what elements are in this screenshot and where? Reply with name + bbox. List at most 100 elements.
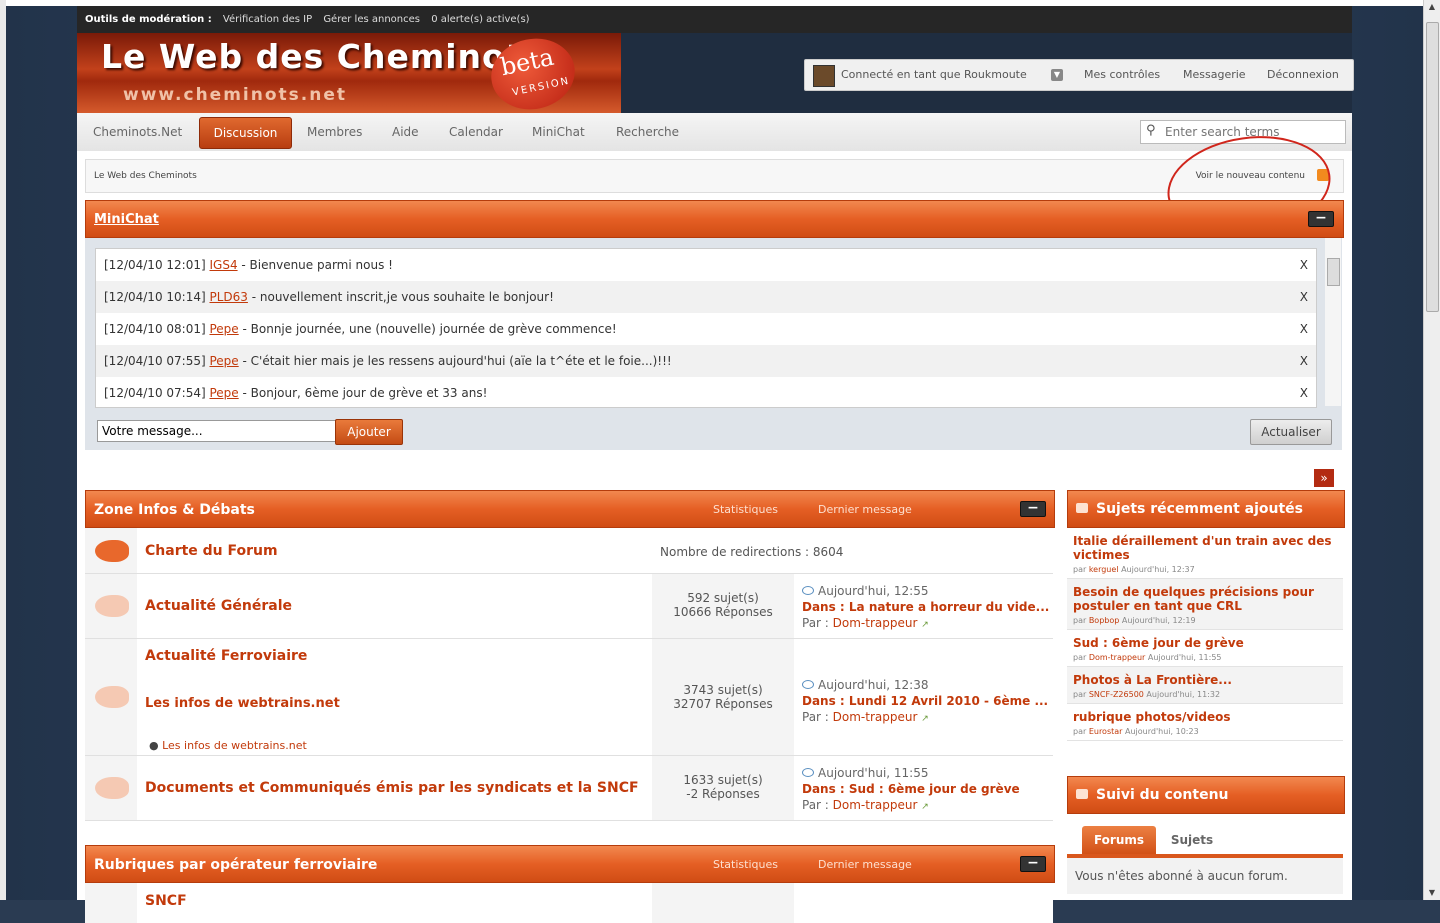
forum-name[interactable]: Actualité Générale bbox=[145, 598, 292, 614]
ip-check-link[interactable]: Vérification des IP bbox=[223, 14, 312, 25]
scroll-down-icon[interactable]: ▼ bbox=[1424, 886, 1440, 900]
delete-message-button[interactable]: X bbox=[1300, 345, 1308, 377]
delete-message-button[interactable]: X bbox=[1300, 249, 1308, 281]
forum-icon-cell bbox=[85, 528, 137, 573]
category-title[interactable]: Rubriques par opérateur ferroviaire bbox=[94, 857, 377, 873]
forum-stats: 1633 sujet(s) -2 Réponses bbox=[652, 756, 794, 820]
recent-topic-time: Aujourd'hui, 11:32 bbox=[1143, 690, 1221, 699]
message-user[interactable]: IGS4 bbox=[209, 258, 237, 272]
subscription-message: Vous n'êtes abonné à aucun forum. bbox=[1067, 858, 1343, 894]
page-scrollbar[interactable]: ▲ ▼ bbox=[1423, 0, 1440, 900]
last-post-column-label: Dernier message bbox=[818, 858, 912, 871]
delete-message-button[interactable]: X bbox=[1300, 281, 1308, 313]
avatar[interactable] bbox=[813, 65, 835, 87]
collapse-icon[interactable]: − bbox=[1020, 501, 1046, 517]
list-item: Photos à La Frontière... par SNCF-Z26500 … bbox=[1067, 667, 1343, 704]
logout-link[interactable]: Déconnexion bbox=[1267, 68, 1339, 81]
minichat-scrollbar[interactable] bbox=[1325, 238, 1341, 406]
scrollbar-thumb[interactable] bbox=[1327, 258, 1340, 286]
delete-message-button[interactable]: X bbox=[1300, 313, 1308, 345]
in-label: Dans : bbox=[802, 782, 849, 796]
sidebar-toggle-icon[interactable]: » bbox=[1314, 469, 1334, 487]
forum-row: Documents et Communiqués émis par les sy… bbox=[85, 756, 1053, 821]
recent-topic-title[interactable]: rubrique photos/videos bbox=[1073, 710, 1337, 724]
recent-topic-author[interactable]: SNCF-Z26500 bbox=[1089, 690, 1144, 699]
category-title[interactable]: Zone Infos & Débats bbox=[94, 502, 255, 518]
forum-name[interactable]: SNCF bbox=[145, 893, 187, 909]
recent-topic-author[interactable]: Eurostar bbox=[1089, 727, 1123, 736]
tab-topics[interactable]: Sujets bbox=[1167, 826, 1217, 854]
minichat-box: [12/04/10 12:01] IGS4 - Bienvenue parmi … bbox=[85, 238, 1342, 450]
nav-calendar[interactable]: Calendar bbox=[449, 125, 503, 139]
forum-name[interactable]: Actualité Ferroviaire bbox=[145, 648, 307, 664]
recent-topic-title[interactable]: Sud : 6ème jour de grève bbox=[1073, 636, 1337, 650]
collapse-icon[interactable]: − bbox=[1308, 211, 1334, 227]
last-post-topic[interactable]: Lundi 12 Avril 2010 - 6ème ... bbox=[849, 694, 1048, 708]
by-label: Par : bbox=[802, 798, 833, 812]
chevron-down-icon[interactable]: ▼ bbox=[1051, 69, 1063, 81]
nav-members[interactable]: Membres bbox=[307, 125, 362, 139]
recent-topic-time: Aujourd'hui, 12:37 bbox=[1118, 565, 1195, 574]
forum-row: Actualité Générale 592 sujet(s) 10666 Rép… bbox=[85, 574, 1053, 639]
message-user[interactable]: PLD63 bbox=[209, 290, 247, 304]
last-post: Aujourd'hui, 12:55 Dans : La nature a ho… bbox=[802, 583, 1049, 633]
message-time: [12/04/10 10:14] bbox=[104, 290, 206, 304]
nav-search[interactable]: Recherche bbox=[616, 125, 679, 139]
site-logo[interactable]: Le Web des Cheminots www.cheminots.net b… bbox=[77, 33, 621, 113]
last-post: Aujourd'hui, 12:38 Dans : Lundi 12 Avril… bbox=[802, 677, 1048, 727]
moderation-bar: Outils de modération : Vérification des … bbox=[77, 6, 1352, 33]
last-post-author[interactable]: Dom-trappeur bbox=[833, 616, 918, 630]
forum-name[interactable]: Documents et Communiqués émis par les sy… bbox=[145, 780, 639, 796]
my-controls-link[interactable]: Mes contrôles bbox=[1084, 68, 1160, 81]
connected-user[interactable]: Connecté en tant que Roukmoute bbox=[841, 68, 1027, 81]
topic-count: 592 sujet(s) bbox=[687, 591, 759, 605]
recent-topics-title: Sujets récemment ajoutés bbox=[1096, 501, 1303, 517]
message-user[interactable]: Pepe bbox=[209, 354, 238, 368]
nav-help[interactable]: Aide bbox=[392, 125, 419, 139]
minichat-title[interactable]: MiniChat bbox=[94, 212, 159, 227]
by-label: par bbox=[1073, 565, 1089, 574]
tab-forums[interactable]: Forums bbox=[1082, 826, 1156, 854]
logo-title: Le Web des Cheminots bbox=[101, 37, 544, 76]
message-user[interactable]: Pepe bbox=[209, 386, 238, 400]
recent-topic-author[interactable]: Bopbop bbox=[1089, 616, 1120, 625]
recent-topic-title[interactable]: Besoin de quelques précisions pour postu… bbox=[1073, 585, 1337, 613]
last-post-topic[interactable]: La nature a horreur du vide... bbox=[849, 600, 1049, 614]
message-user[interactable]: Pepe bbox=[209, 322, 238, 336]
message-input[interactable] bbox=[97, 420, 339, 442]
subforum-link[interactable]: ● Les infos de webtrains.net bbox=[149, 739, 307, 752]
messaging-link[interactable]: Messagerie bbox=[1183, 68, 1246, 81]
subforum-link-text[interactable]: Les infos de webtrains.net bbox=[162, 739, 307, 752]
external-link-icon[interactable]: ↗ bbox=[921, 714, 929, 724]
collapse-icon[interactable]: − bbox=[1020, 856, 1046, 872]
alerts-link[interactable]: 0 alerte(s) active(s) bbox=[431, 14, 529, 25]
scrollbar-thumb[interactable] bbox=[1426, 22, 1439, 312]
subforum-name[interactable]: Les infos de webtrains.net bbox=[145, 696, 340, 711]
list-item: [12/04/10 07:55] Pepe - C'était hier mai… bbox=[96, 345, 1316, 377]
nav-cheminots[interactable]: Cheminots.Net bbox=[93, 125, 182, 139]
recent-topic-author[interactable]: Dom-trappeur bbox=[1089, 653, 1146, 662]
recent-topic-title[interactable]: Italie déraillement d'un train avec des … bbox=[1073, 534, 1337, 562]
forum-icon-cell bbox=[85, 574, 137, 638]
add-message-button[interactable]: Ajouter bbox=[335, 419, 403, 445]
speech-bubble-icon bbox=[802, 586, 814, 595]
last-post-time: Aujourd'hui, 12:55 bbox=[818, 584, 929, 598]
nav-discussion[interactable]: Discussion bbox=[199, 117, 292, 149]
moderation-label: Outils de modération : bbox=[85, 14, 212, 25]
breadcrumb-home[interactable]: Le Web des Cheminots bbox=[94, 171, 197, 181]
message-text: - Bonnje journée, une (nouvelle) journée… bbox=[238, 322, 617, 336]
external-link-icon[interactable]: ↗ bbox=[921, 620, 929, 630]
last-post-author[interactable]: Dom-trappeur bbox=[833, 710, 918, 724]
delete-message-button[interactable]: X bbox=[1300, 377, 1308, 407]
scroll-up-icon[interactable]: ▲ bbox=[1424, 0, 1440, 14]
manage-ads-link[interactable]: Gérer les annonces bbox=[323, 14, 420, 25]
external-link-icon[interactable]: ↗ bbox=[921, 802, 929, 812]
recent-topic-title[interactable]: Photos à La Frontière... bbox=[1073, 673, 1337, 687]
recent-topic-author[interactable]: kerguel bbox=[1089, 565, 1119, 574]
nav-minichat[interactable]: MiniChat bbox=[532, 125, 585, 139]
forum-name[interactable]: Charte du Forum bbox=[145, 543, 278, 559]
last-post-topic[interactable]: Sud : 6ème jour de grève bbox=[849, 782, 1020, 796]
main-content: Le Web des Cheminots Voir le nouveau con… bbox=[77, 126, 1352, 923]
last-post-author[interactable]: Dom-trappeur bbox=[833, 798, 918, 812]
refresh-button[interactable]: Actualiser bbox=[1250, 419, 1332, 445]
